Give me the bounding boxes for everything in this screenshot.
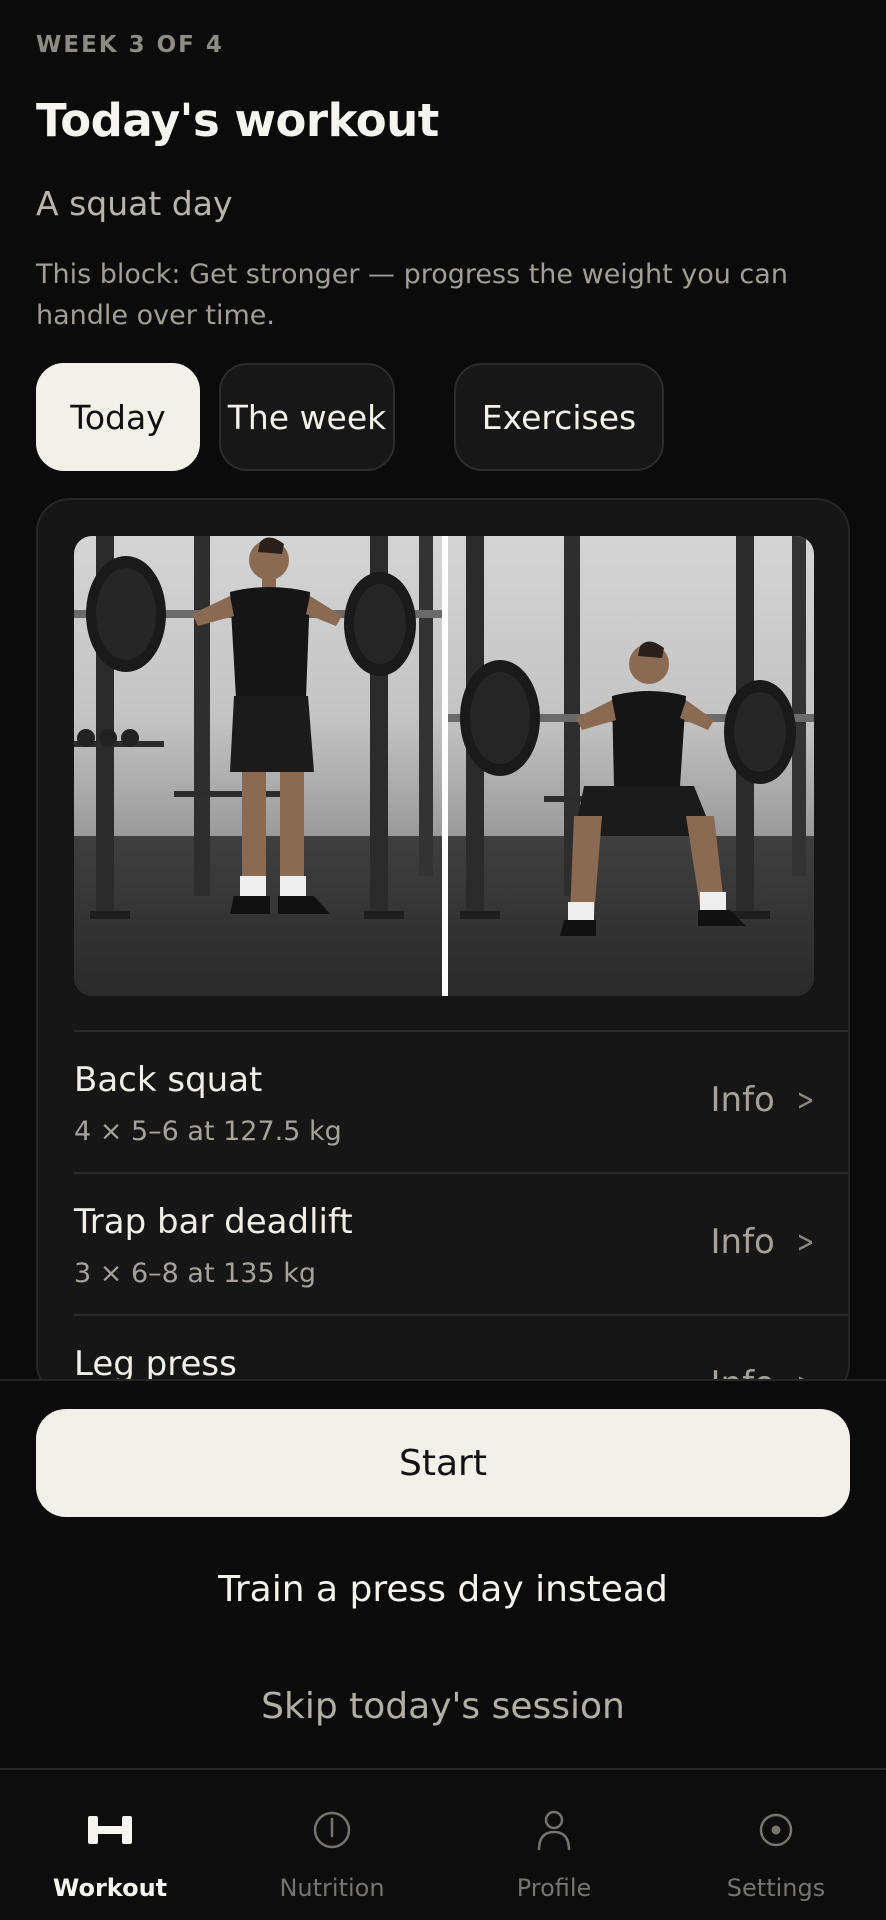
exercise-name: Back squat — [74, 1060, 263, 1100]
squat-phase — [448, 536, 814, 996]
exercise-detail: 4 × 5–6 at 127.5 kg — [74, 1116, 342, 1147]
back-squat-illustration — [74, 536, 814, 996]
chevron-right-icon: > — [796, 1082, 815, 1118]
info-label: Info — [710, 1080, 775, 1120]
exercise-name: Leg press — [74, 1344, 237, 1384]
tab-today[interactable]: Today — [36, 363, 200, 471]
exercise-detail: 3 × 6–8 at 135 kg — [74, 1258, 317, 1289]
nav-workout[interactable]: Workout — [10, 1770, 210, 1920]
nutrition-icon — [313, 1811, 351, 1849]
block-description: This block: Get stronger — progress the … — [36, 259, 788, 331]
person-icon — [537, 1810, 571, 1851]
photo-divider — [442, 536, 448, 996]
tab-the-week[interactable]: The week — [219, 363, 395, 471]
exercise-name: Trap bar deadlift — [74, 1202, 353, 1242]
nav-profile[interactable]: Profile — [454, 1770, 654, 1920]
info-link[interactable]: Info > — [711, 1080, 819, 1120]
info-link[interactable]: Info > — [711, 1222, 819, 1262]
nav-label: Profile — [516, 1874, 592, 1902]
info-label: Info — [710, 1222, 775, 1262]
chevron-right-icon: > — [796, 1224, 815, 1260]
standing-phase — [74, 536, 442, 996]
nav-label: Workout — [52, 1874, 168, 1902]
exercise-row-trap-bar-deadlift[interactable]: Trap bar deadlift 3 × 6–8 at 135 kg Info… — [74, 1172, 848, 1314]
settings-icon — [759, 1813, 793, 1847]
action-panel: Start Train a press day instead Skip tod… — [0, 1379, 886, 1770]
start-button[interactable]: Start — [36, 1409, 850, 1517]
week-label: WEEK 3 OF 4 — [36, 32, 224, 58]
nav-nutrition[interactable]: Nutrition — [232, 1770, 432, 1920]
exercise-row-back-squat[interactable]: Back squat 4 × 5–6 at 127.5 kg Info > — [74, 1030, 848, 1172]
nav-label: Settings — [726, 1874, 826, 1902]
workout-subtitle: A squat day — [36, 184, 233, 223]
barbell-icon — [88, 1816, 132, 1844]
skip-session-button[interactable]: Skip today's session — [0, 1686, 886, 1727]
nav-label: Nutrition — [279, 1874, 385, 1902]
nav-settings[interactable]: Settings — [676, 1770, 876, 1920]
workout-card: Back squat 4 × 5–6 at 127.5 kg Info > Tr… — [36, 498, 850, 1398]
alternate-day-button[interactable]: Train a press day instead — [0, 1569, 886, 1610]
exercise-photo — [74, 536, 814, 996]
tab-exercises[interactable]: Exercises — [454, 363, 664, 471]
bottom-nav: Workout Nutrition Profile Settings — [0, 1768, 886, 1920]
page-title: Today's workout — [36, 94, 439, 147]
